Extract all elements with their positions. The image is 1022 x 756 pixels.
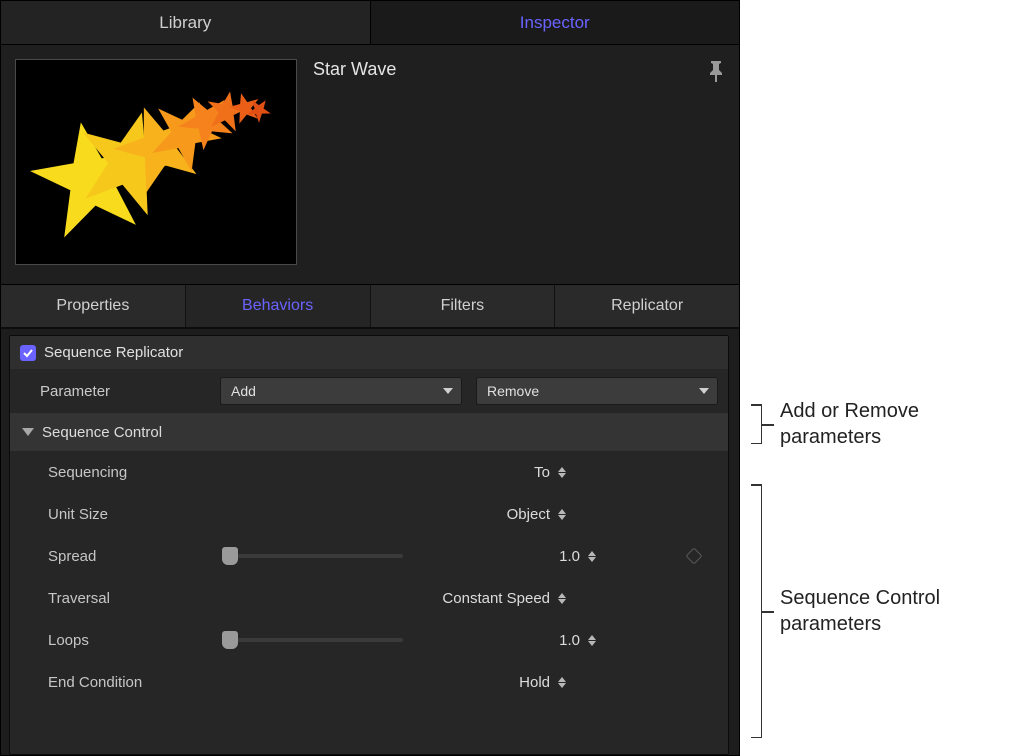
stepper-icon[interactable] [558, 677, 566, 688]
callout-add-remove-text: Add or Remove parameters [780, 398, 1000, 450]
param-traversal-label: Traversal [48, 590, 223, 607]
inspector-body: Sequence Replicator Parameter Add Remove [1, 329, 739, 755]
param-loops-label: Loops [48, 632, 223, 649]
param-spread: Spread 1.0 [10, 535, 728, 577]
param-sequencing-label: Sequencing [48, 464, 223, 481]
callout-seq-control-text: Sequence Control parameters [780, 585, 1000, 637]
behavior-header: Sequence Replicator [10, 336, 728, 369]
tab-behaviors[interactable]: Behaviors [186, 285, 371, 327]
param-loops: Loops 1.0 [10, 619, 728, 661]
callout-add-remove: Add or Remove parameters [740, 398, 1000, 450]
param-end-condition: End Condition Hold [10, 661, 728, 703]
behavior-enable-checkbox[interactable] [20, 345, 36, 361]
stepper-icon[interactable] [558, 593, 566, 604]
param-traversal-value[interactable]: Constant Speed [442, 590, 550, 607]
sequence-control-header[interactable]: Sequence Control [10, 413, 728, 451]
slider-thumb-icon[interactable] [222, 547, 238, 565]
tab-properties[interactable]: Properties [1, 285, 186, 327]
sub-tab-bar: Properties Behaviors Filters Replicator [1, 285, 739, 329]
parameter-label: Parameter [40, 383, 210, 400]
param-unit-size-value[interactable]: Object [507, 506, 550, 523]
param-end-condition-value[interactable]: Hold [510, 674, 550, 691]
param-traversal: Traversal Constant Speed [10, 577, 728, 619]
behavior-panel: Sequence Replicator Parameter Add Remove [9, 335, 729, 755]
stepper-icon[interactable] [588, 551, 596, 562]
behavior-name: Sequence Replicator [44, 344, 183, 361]
callout-seq-control: Sequence Control parameters [740, 484, 1000, 738]
header-right: Star Wave [297, 59, 725, 83]
param-sequencing: Sequencing To [10, 451, 728, 493]
param-end-condition-label: End Condition [48, 674, 223, 691]
tab-filters[interactable]: Filters [371, 285, 556, 327]
parameter-add-text: Add [231, 383, 256, 399]
stepper-icon[interactable] [588, 635, 596, 646]
parameter-row: Parameter Add Remove [10, 369, 728, 413]
inspector-panel: Library Inspector [0, 0, 740, 756]
param-spread-label: Spread [48, 548, 223, 565]
keyframe-icon[interactable] [686, 548, 703, 565]
slider-thumb-icon[interactable] [222, 631, 238, 649]
chevron-down-icon [443, 388, 453, 394]
pin-icon[interactable] [707, 59, 725, 83]
tab-inspector[interactable]: Inspector [370, 1, 740, 44]
parameter-remove-text: Remove [487, 383, 539, 399]
sequence-control-title: Sequence Control [42, 424, 162, 441]
header: Star Wave [1, 45, 739, 285]
top-tab-bar: Library Inspector [1, 1, 739, 45]
page-title: Star Wave [313, 59, 396, 80]
param-loops-value[interactable]: 1.0 [540, 632, 580, 649]
disclosure-triangle-icon [22, 428, 34, 436]
tab-replicator[interactable]: Replicator [555, 285, 739, 327]
param-unit-size-label: Unit Size [48, 506, 223, 523]
tab-library[interactable]: Library [1, 1, 370, 44]
parameter-remove-dropdown[interactable]: Remove [476, 377, 718, 405]
param-spread-value[interactable]: 1.0 [540, 548, 580, 565]
spread-slider[interactable] [223, 546, 403, 566]
param-sequencing-value[interactable]: To [510, 464, 550, 481]
parameter-add-dropdown[interactable]: Add [220, 377, 462, 405]
stepper-icon[interactable] [558, 467, 566, 478]
callouts-area: Add or Remove parameters Sequence Contro… [740, 0, 1022, 756]
chevron-down-icon [699, 388, 709, 394]
preview-thumbnail[interactable] [15, 59, 297, 265]
param-unit-size: Unit Size Object [10, 493, 728, 535]
stepper-icon[interactable] [558, 509, 566, 520]
loops-slider[interactable] [223, 630, 403, 650]
